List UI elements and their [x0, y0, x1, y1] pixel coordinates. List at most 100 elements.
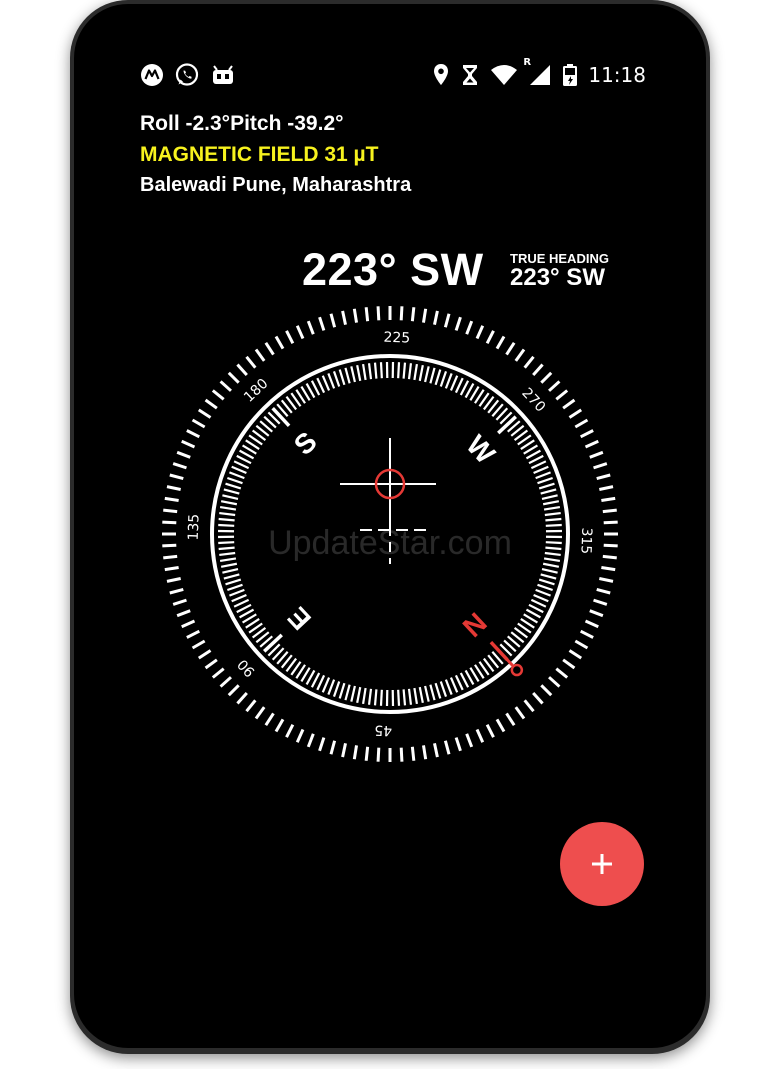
dial-tick	[530, 460, 547, 470]
dial-tick	[379, 362, 383, 379]
compass-dial[interactable]: 45 90 135 180 225 270 315 N E S W	[160, 304, 620, 764]
dial-tick	[344, 684, 351, 701]
outer-tick	[602, 508, 617, 514]
outer-tick	[169, 587, 184, 595]
dial-tick	[413, 687, 418, 705]
outer-tick	[485, 723, 495, 738]
status-bar: R 11:18	[74, 57, 706, 90]
outer-tick	[172, 462, 187, 470]
outer-tick	[211, 667, 225, 679]
outer-tick	[227, 684, 240, 697]
plus-icon	[592, 854, 612, 874]
compass-screen: R 11:18 Roll -2.3°Pitch -39.2° MAGNETIC …	[74, 4, 706, 1048]
dial-tick	[545, 546, 562, 551]
dial-tick	[218, 541, 235, 545]
outer-tick	[596, 587, 611, 595]
outer-tick	[197, 408, 212, 419]
dial-tick	[424, 366, 430, 383]
dial-tick	[545, 523, 562, 527]
outer-tick	[540, 684, 553, 697]
outer-tick	[579, 629, 594, 639]
outer-tick	[219, 380, 232, 392]
outer-tick	[562, 398, 576, 410]
dial-tick	[218, 546, 235, 551]
outer-tick	[191, 418, 206, 429]
outer-tick	[163, 554, 178, 560]
status-time: 11:18	[588, 63, 646, 87]
dial-tick	[538, 578, 555, 586]
dial-tick	[535, 471, 551, 480]
dial-tick	[219, 511, 236, 517]
dial-tick	[449, 375, 459, 391]
add-button[interactable]	[560, 822, 644, 906]
outer-tick	[285, 330, 295, 345]
outer-tick	[465, 320, 474, 335]
degree-label: 45	[374, 722, 392, 739]
dial-tick	[220, 500, 238, 506]
phone-frame: R 11:18 Roll -2.3°Pitch -39.2° MAGNETIC …	[70, 0, 710, 1054]
outer-tick	[584, 439, 599, 449]
dial-tick	[541, 568, 558, 574]
dial-tick	[497, 415, 517, 435]
outer-tick	[593, 462, 608, 470]
outer-tick	[364, 307, 370, 322]
dial-tick	[439, 371, 448, 387]
dial-tick	[413, 363, 418, 381]
dial-tick	[418, 364, 424, 382]
degree-label: 90	[235, 656, 259, 680]
outer-tick	[596, 473, 611, 481]
outer-tick	[227, 371, 240, 384]
true-heading: TRUE HEADING 223° SW	[510, 252, 620, 290]
notification-icons	[140, 60, 236, 90]
outer-tick	[236, 692, 248, 705]
outer-tick	[475, 325, 485, 340]
outer-tick	[219, 676, 232, 688]
dial-tick	[233, 598, 250, 608]
dial-tick	[225, 578, 242, 586]
outer-tick	[191, 639, 206, 650]
dial-tick	[402, 689, 407, 706]
dial-tick	[227, 476, 243, 485]
outer-tick	[204, 398, 218, 410]
cardinal-s: S	[288, 426, 323, 461]
dial-tick	[373, 362, 378, 379]
dial-tick	[350, 366, 356, 383]
dial-tick	[219, 551, 236, 557]
dial-tick	[434, 369, 442, 386]
dial-tick	[544, 511, 561, 517]
outer-tick	[274, 335, 285, 350]
location-icon	[432, 63, 450, 87]
dial-tick	[454, 377, 464, 394]
dial-tick	[231, 593, 247, 603]
dial-tick	[373, 689, 378, 706]
dial-tick	[338, 682, 346, 699]
outer-tick	[399, 747, 404, 762]
dial-tick	[537, 476, 553, 485]
outer-tick	[568, 408, 583, 419]
outer-tick	[495, 335, 506, 350]
dial-tick	[535, 588, 551, 597]
dial-tick	[223, 488, 240, 495]
outer-tick	[186, 429, 201, 439]
outer-tick	[454, 316, 462, 331]
outer-tick	[540, 371, 553, 384]
outer-tick	[514, 706, 526, 720]
outer-tick	[352, 745, 359, 760]
dial-tick	[220, 562, 238, 568]
outer-tick	[181, 619, 196, 629]
dial-tick	[263, 633, 283, 653]
outer-tick	[164, 565, 179, 572]
outer-tick	[186, 629, 201, 639]
outer-tick	[162, 520, 177, 525]
degree-label: 270	[518, 385, 548, 415]
level-reticle	[340, 438, 436, 564]
dial-tick	[367, 363, 373, 380]
outer-tick	[555, 389, 569, 401]
dial-tick	[439, 681, 448, 697]
cardinal-e: E	[282, 601, 317, 636]
outer-tick	[162, 543, 177, 548]
outer-tick	[164, 496, 179, 503]
outer-tick	[163, 508, 178, 514]
cell-signal-icon: R	[523, 57, 552, 87]
dial-tick	[233, 460, 250, 470]
